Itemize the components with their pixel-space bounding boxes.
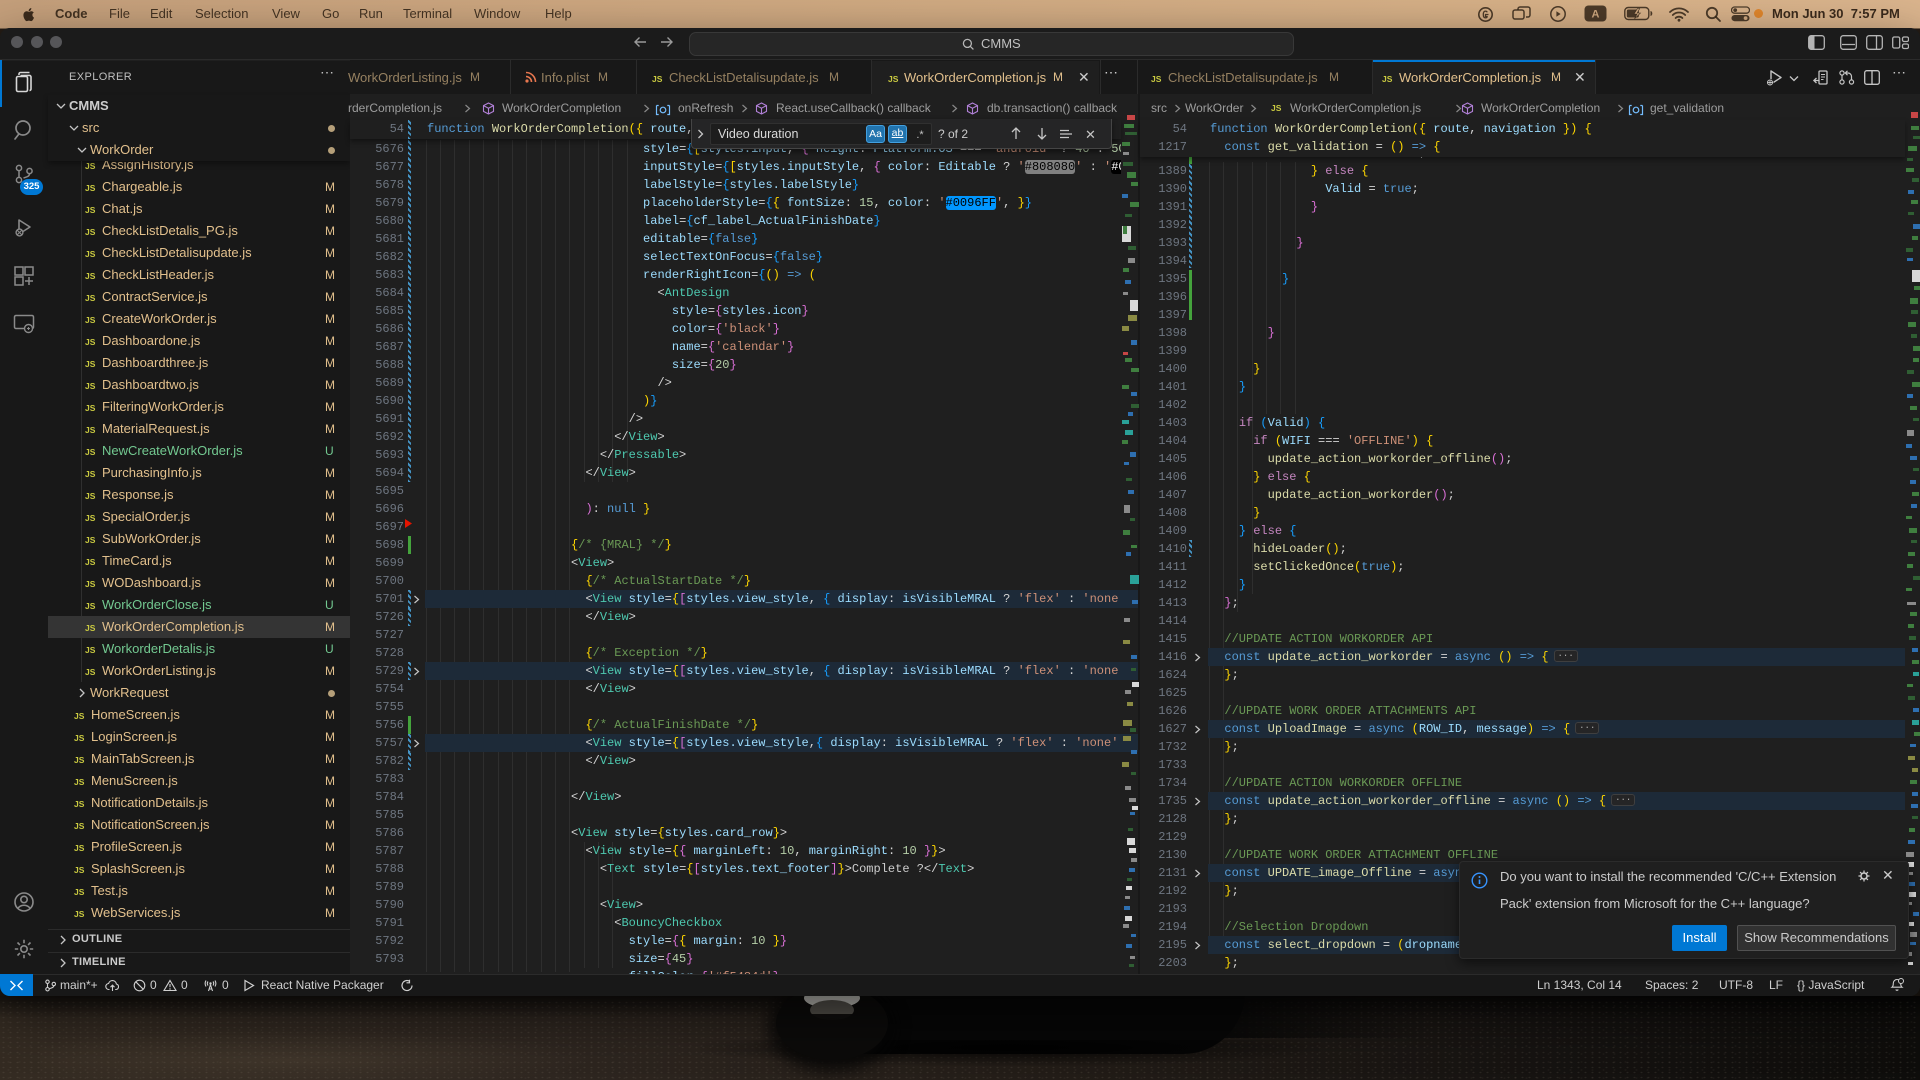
svg-text:A: A — [1592, 9, 1600, 21]
